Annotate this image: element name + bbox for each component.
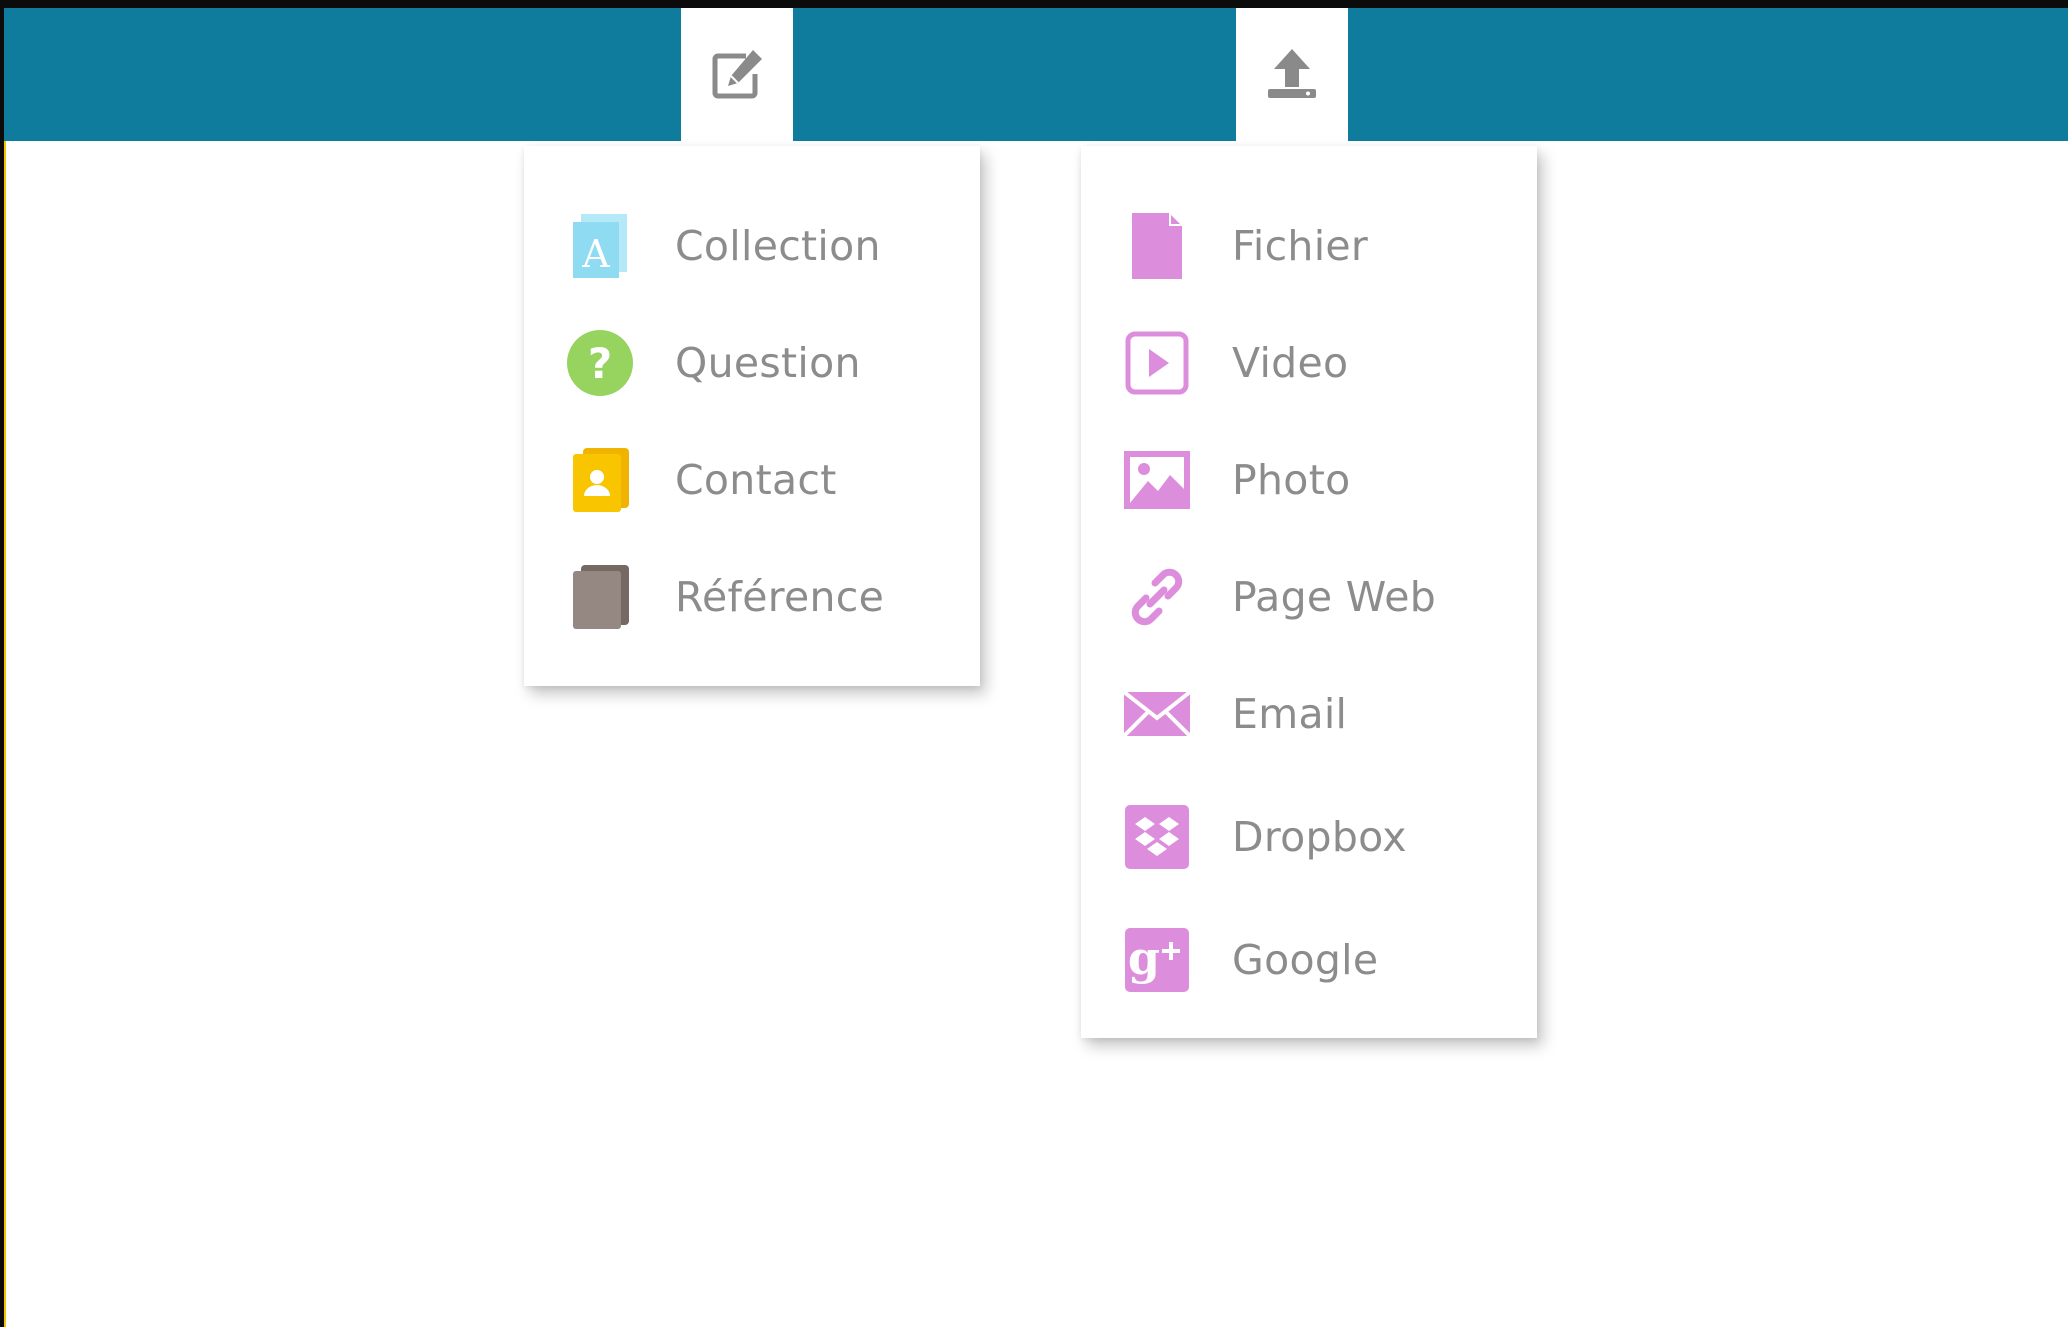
- menu-item-label: Collection: [675, 222, 881, 270]
- menu-item-label: Video: [1232, 339, 1349, 387]
- menu-item-label: Contact: [675, 456, 837, 504]
- upload-dropdown-menu: Fichier Video Photo Page Web Email Dropb…: [1081, 146, 1537, 1038]
- app-window: A Collection ? Question Contact Référenc…: [0, 0, 2068, 1327]
- menu-item-web-page[interactable]: Page Web: [1081, 552, 1537, 642]
- question-icon: ?: [566, 329, 634, 397]
- menu-item-video[interactable]: Video: [1081, 318, 1537, 408]
- google-plus-icon: g: [1123, 926, 1191, 994]
- left-accent-line: [4, 141, 6, 1327]
- menu-item-reference[interactable]: Référence: [524, 552, 980, 642]
- menu-item-label: Google: [1232, 936, 1379, 984]
- svg-text:?: ?: [588, 339, 612, 388]
- create-tab-button[interactable]: [681, 8, 793, 141]
- menu-item-google[interactable]: g Google: [1081, 915, 1537, 1005]
- menu-item-label: Question: [675, 339, 861, 387]
- create-dropdown-menu: A Collection ? Question Contact Référenc…: [524, 146, 980, 686]
- menu-item-photo[interactable]: Photo: [1081, 435, 1537, 525]
- video-icon: [1123, 329, 1191, 397]
- top-border: [0, 0, 2068, 8]
- menu-item-label: Dropbox: [1232, 813, 1407, 861]
- dropbox-icon: [1123, 803, 1191, 871]
- menu-item-label: Fichier: [1232, 222, 1369, 270]
- top-toolbar: [4, 8, 2068, 141]
- upload-tab-button[interactable]: [1236, 8, 1348, 141]
- edit-icon: [706, 44, 768, 106]
- reference-icon: [566, 563, 634, 631]
- menu-item-file[interactable]: Fichier: [1081, 201, 1537, 291]
- menu-item-label: Photo: [1232, 456, 1351, 504]
- contact-icon: [566, 446, 634, 514]
- menu-item-dropbox[interactable]: Dropbox: [1081, 792, 1537, 882]
- menu-item-label: Email: [1232, 690, 1348, 738]
- email-icon: [1123, 680, 1191, 748]
- svg-text:g: g: [1128, 931, 1160, 985]
- svg-text:A: A: [581, 232, 610, 276]
- link-icon: [1123, 563, 1191, 631]
- upload-icon: [1264, 45, 1320, 105]
- photo-icon: [1123, 446, 1191, 514]
- menu-item-question[interactable]: ? Question: [524, 318, 980, 408]
- menu-item-label: Référence: [675, 573, 885, 621]
- menu-item-contact[interactable]: Contact: [524, 435, 980, 525]
- file-icon: [1123, 212, 1191, 280]
- menu-item-label: Page Web: [1232, 573, 1437, 621]
- menu-item-email[interactable]: Email: [1081, 669, 1537, 759]
- menu-item-collection[interactable]: A Collection: [524, 201, 980, 291]
- collection-icon: A: [566, 212, 634, 280]
